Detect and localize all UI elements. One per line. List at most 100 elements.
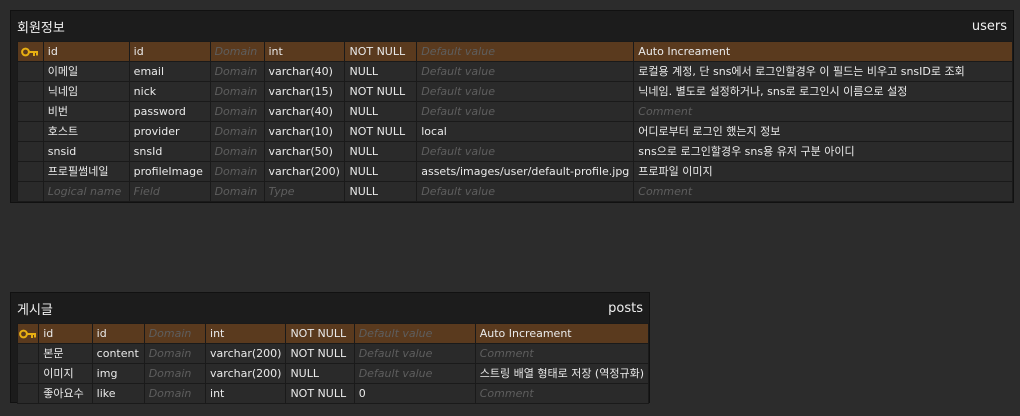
type-cell[interactable]: int <box>205 323 287 344</box>
domain-cell[interactable]: Domain <box>143 383 207 404</box>
key-cell[interactable] <box>17 81 44 102</box>
default-cell[interactable]: Default value <box>416 81 635 102</box>
nullable-cell[interactable]: NULL <box>344 181 418 202</box>
default-cell[interactable]: Default value <box>416 141 635 162</box>
posts-table[interactable]: 게시글 posts id id Domain int NOT NULL Default v… <box>10 292 650 404</box>
physical-cell[interactable]: content <box>91 343 145 364</box>
default-cell[interactable]: Default value <box>416 41 635 62</box>
type-cell[interactable]: varchar(200) <box>205 343 287 364</box>
column-row[interactable]: id id Domain int NOT NULL Default value Auto I… <box>16 323 650 344</box>
domain-cell[interactable]: Domain <box>209 141 265 162</box>
logical-cell[interactable]: snsid <box>42 141 130 162</box>
nullable-cell[interactable]: NOT NULL <box>285 343 355 364</box>
physical-cell[interactable]: id <box>128 41 211 62</box>
nullable-cell[interactable]: NULL <box>285 363 355 384</box>
domain-cell[interactable]: Domain <box>143 363 207 384</box>
logical-cell[interactable]: 본문 <box>38 343 93 364</box>
key-cell[interactable] <box>17 101 44 122</box>
default-cell[interactable]: local <box>416 121 635 142</box>
domain-cell[interactable]: Domain <box>209 41 265 62</box>
key-cell[interactable] <box>17 121 44 142</box>
nullable-cell[interactable]: NULL <box>344 141 418 162</box>
physical-cell[interactable]: img <box>91 363 145 384</box>
type-cell[interactable]: varchar(40) <box>263 101 346 122</box>
logical-cell[interactable]: 좋아요수 <box>38 383 93 404</box>
physical-cell[interactable]: provider <box>128 121 211 142</box>
table-header[interactable]: 회원정보 users <box>11 11 1013 41</box>
type-cell[interactable]: int <box>263 41 346 62</box>
comment-cell[interactable]: Comment <box>474 343 650 364</box>
logical-cell[interactable]: 프로필썸네일 <box>42 161 130 182</box>
domain-cell[interactable]: Domain <box>209 161 265 182</box>
column-row[interactable]: 이미지 img Domain varchar(200) NULL Default valu… <box>16 363 650 384</box>
physical-cell[interactable]: Field <box>128 181 211 202</box>
table-header[interactable]: 게시글 posts <box>11 293 649 323</box>
type-cell[interactable]: varchar(15) <box>263 81 346 102</box>
logical-cell[interactable]: 닉네임 <box>42 81 130 102</box>
column-row[interactable]: 좋아요수 like Domain int NOT NULL 0 Comment <box>16 383 650 404</box>
column-row[interactable]: 프로필썸네일 profileImage Domain varchar(200) NULL… <box>17 161 1013 182</box>
type-cell[interactable]: varchar(200) <box>263 161 346 182</box>
default-cell[interactable]: Default value <box>416 61 635 82</box>
comment-cell[interactable]: 스트링 배열 형태로 저장 (역정규화) <box>474 363 650 384</box>
comment-cell[interactable]: Auto Increament <box>474 323 650 344</box>
column-row[interactable]: id id Domain int NOT NULL Default value Auto I… <box>17 41 1013 62</box>
domain-cell[interactable]: Domain <box>143 323 207 344</box>
nullable-cell[interactable]: NOT NULL <box>285 383 355 404</box>
comment-cell[interactable]: 어디로부터 로그인 했는지 정보 <box>633 121 1013 142</box>
column-row[interactable]: 본문 content Domain varchar(200) NOT NULL Defau… <box>16 343 650 364</box>
key-cell[interactable] <box>17 41 44 62</box>
nullable-cell[interactable]: NOT NULL <box>285 323 355 344</box>
type-cell[interactable]: int <box>205 383 287 404</box>
physical-cell[interactable]: password <box>128 101 211 122</box>
comment-cell[interactable]: Auto Increament <box>633 41 1013 62</box>
domain-cell[interactable]: Domain <box>209 101 265 122</box>
logical-cell[interactable]: 호스트 <box>42 121 130 142</box>
comment-cell[interactable]: Comment <box>633 101 1013 122</box>
key-cell[interactable] <box>17 141 44 162</box>
nullable-cell[interactable]: NOT NULL <box>344 121 418 142</box>
default-cell[interactable]: Default value <box>353 343 476 364</box>
comment-cell[interactable]: 프로파일 이미지 <box>633 161 1013 182</box>
comment-cell[interactable]: Comment <box>474 383 650 404</box>
logical-cell[interactable]: Logical name <box>42 181 130 202</box>
key-cell[interactable] <box>17 161 44 182</box>
nullable-cell[interactable]: NULL <box>344 61 418 82</box>
comment-cell[interactable]: Comment <box>633 181 1013 202</box>
domain-cell[interactable]: Domain <box>209 61 265 82</box>
logical-cell[interactable]: 이미지 <box>38 363 93 384</box>
type-cell[interactable]: Type <box>263 181 346 202</box>
logical-cell[interactable]: 이메일 <box>42 61 130 82</box>
default-cell[interactable]: Default value <box>353 323 476 344</box>
nullable-cell[interactable]: NULL <box>344 161 418 182</box>
column-row[interactable]: 닉네임 nick Domain varchar(15) NOT NULL Default … <box>17 81 1013 102</box>
physical-cell[interactable]: like <box>91 383 145 404</box>
key-cell[interactable] <box>17 181 44 202</box>
column-row[interactable]: 호스트 provider Domain varchar(10) NOT NULL loca… <box>17 121 1013 142</box>
column-row[interactable]: 이메일 email Domain varchar(40) NULL Default val… <box>17 61 1013 82</box>
type-cell[interactable]: varchar(40) <box>263 61 346 82</box>
type-cell[interactable]: varchar(10) <box>263 121 346 142</box>
key-cell[interactable] <box>16 383 40 404</box>
domain-cell[interactable]: Domain <box>209 121 265 142</box>
physical-cell[interactable]: nick <box>128 81 211 102</box>
column-row[interactable]: snsid snsId Domain varchar(50) NULL Default v… <box>17 141 1013 162</box>
physical-cell[interactable]: profileImage <box>128 161 211 182</box>
domain-cell[interactable]: Domain <box>143 343 207 364</box>
physical-cell[interactable]: id <box>91 323 145 344</box>
nullable-cell[interactable]: NULL <box>344 101 418 122</box>
physical-cell[interactable]: snsId <box>128 141 211 162</box>
default-cell[interactable]: assets/images/user/default-profile.jpg <box>416 161 635 182</box>
key-cell[interactable] <box>16 323 40 344</box>
physical-cell[interactable]: email <box>128 61 211 82</box>
default-cell[interactable]: Default value <box>416 101 635 122</box>
logical-cell[interactable]: id <box>38 323 93 344</box>
domain-cell[interactable]: Domain <box>209 81 265 102</box>
column-row[interactable]: 비번 password Domain varchar(40) NULL Default v… <box>17 101 1013 122</box>
key-cell[interactable] <box>17 61 44 82</box>
nullable-cell[interactable]: NOT NULL <box>344 81 418 102</box>
comment-cell[interactable]: 닉네임. 별도로 설정하거나, sns로 로그인시 이름으로 설정 <box>633 81 1013 102</box>
key-cell[interactable] <box>16 363 40 384</box>
logical-cell[interactable]: 비번 <box>42 101 130 122</box>
domain-cell[interactable]: Domain <box>209 181 265 202</box>
